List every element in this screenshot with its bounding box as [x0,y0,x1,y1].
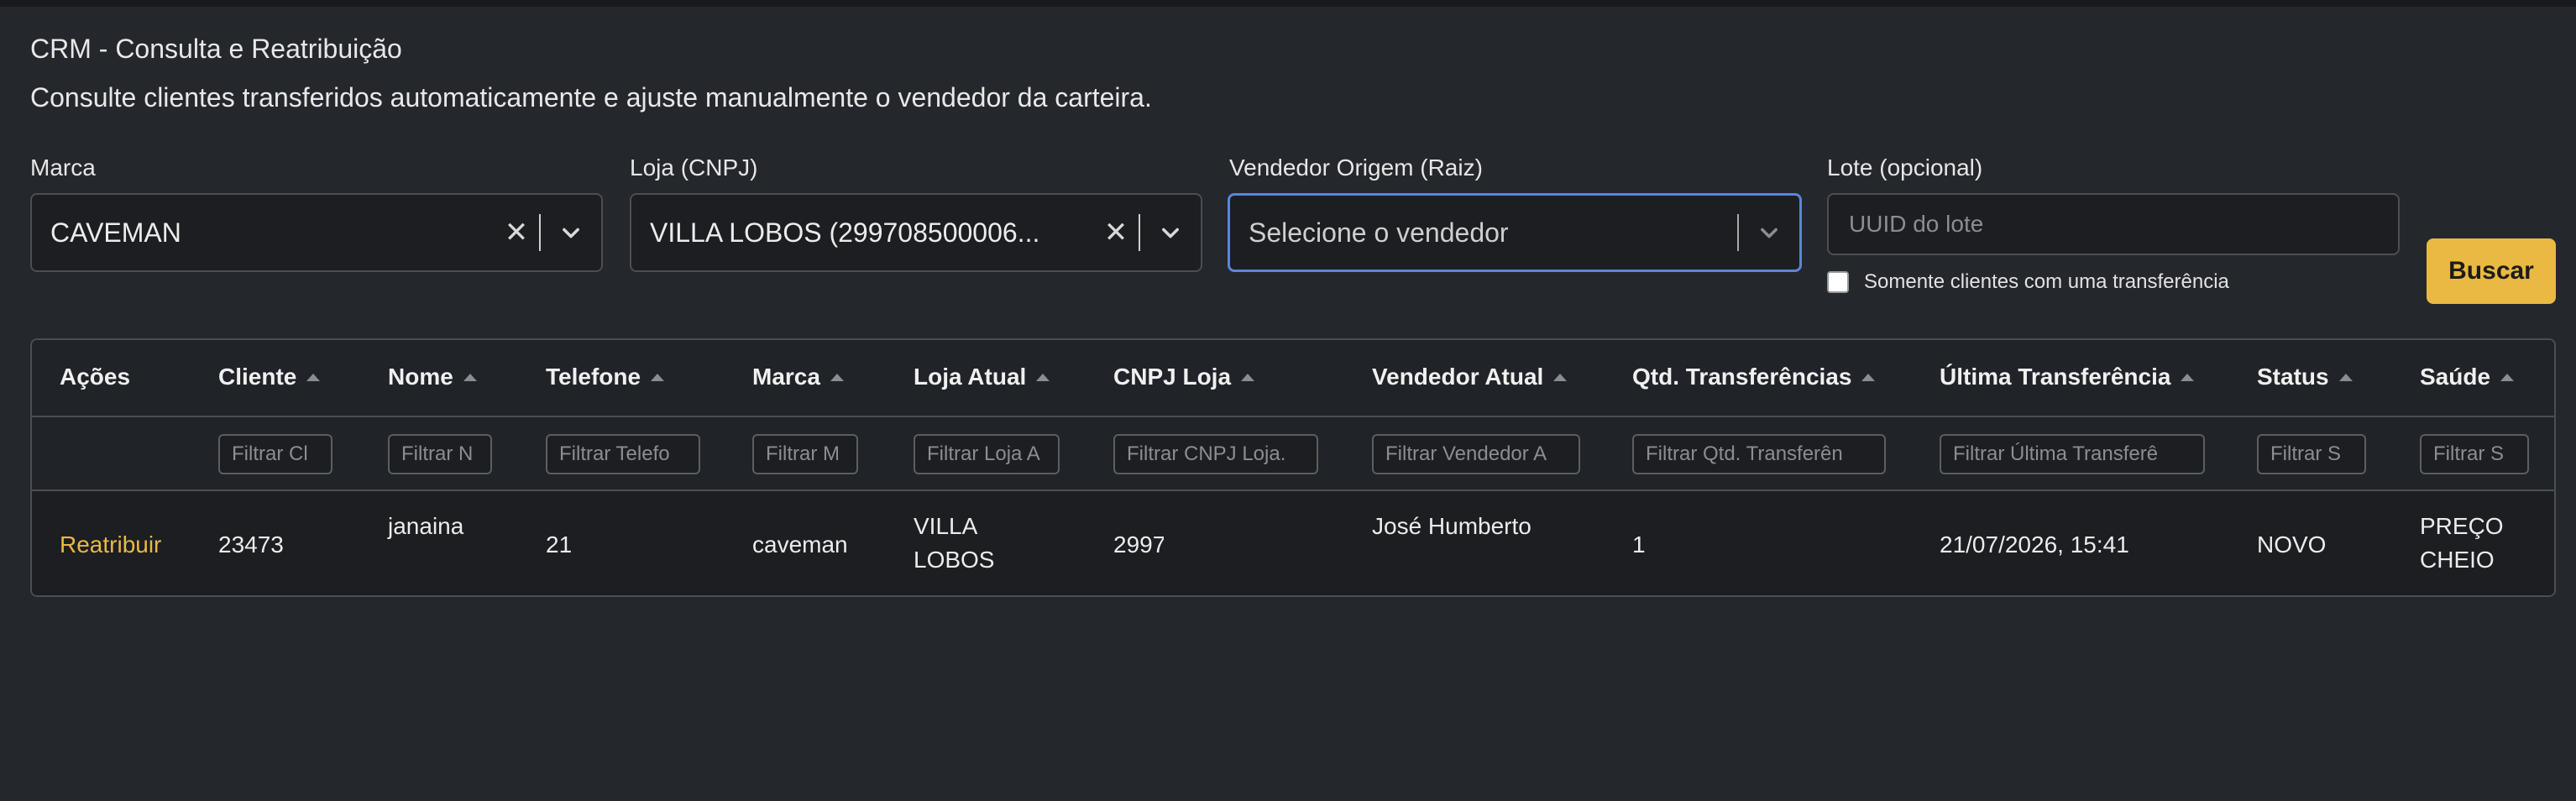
header-nome[interactable]: Nome [388,364,477,390]
cell-telefone: 21 [546,531,573,558]
filter-cnpj-loja-input[interactable] [1113,434,1318,474]
filter-saude-input[interactable] [2420,434,2529,474]
somente-uma-label: Somente clientes com uma transferência [1864,270,2229,293]
lote-input[interactable] [1827,193,2400,255]
cell-saude-line2: CHEIO [2420,547,2495,573]
filter-nome-input[interactable] [388,434,492,474]
sort-icon [1241,373,1255,381]
sort-icon [1553,373,1568,381]
sort-icon [463,373,477,381]
cell-saude-line1: PREÇO [2420,513,2504,539]
cell-status: NOVO [2257,531,2327,558]
cell-loja-atual: VILLA LOBOS [914,510,994,577]
chevron-down-icon[interactable] [1739,221,1799,244]
loja-select[interactable]: VILLA LOBOS (299708500006... ✕ [630,193,1202,272]
buscar-button[interactable]: Buscar [2427,238,2556,304]
header-saude[interactable]: Saúde [2420,364,2515,390]
vendedor-select[interactable]: Selecione o vendedor [1228,193,1802,272]
marca-select[interactable]: CAVEMAN ✕ [30,193,603,272]
header-ultima-transferencia[interactable]: Última Transferência [1940,364,2195,390]
cell-loja-atual-line2: LOBOS [914,547,995,573]
header-loja-atual[interactable]: Loja Atual [914,364,1050,390]
chevron-down-icon[interactable] [541,221,601,244]
filter-status-input[interactable] [2257,434,2366,474]
cell-cnpj-loja: 2997 [1113,531,1164,558]
cell-qtd-transferencias: 1 [1632,531,1646,558]
filter-ultima-transferencia-input[interactable] [1940,434,2205,474]
header-cnpj-loja[interactable]: CNPJ Loja [1113,364,1255,390]
page-title: CRM - Consulta e Reatribuição [30,34,402,64]
header-acoes: Ações [60,364,131,390]
table-filter-row [32,417,2554,491]
loja-value: VILLA LOBOS (299708500006... [650,217,1040,248]
cell-vendedor-atual: José Humberto [1372,513,1531,539]
clear-icon[interactable]: ✕ [1093,216,1139,249]
filter-telefone-input[interactable] [546,434,700,474]
header-telefone[interactable]: Telefone [546,364,665,390]
table-row: Reatribuir 23473 janaina 21 caveman VILL… [32,491,2554,595]
sort-icon [306,373,321,381]
sort-icon [2181,373,2195,381]
sort-icon [1861,373,1876,381]
top-bar [0,0,2576,7]
cell-marca: caveman [752,531,848,558]
sort-icon [651,373,665,381]
header-marca[interactable]: Marca [752,364,844,390]
results-table: Ações Cliente Nome Telefone Marca Loja A… [30,338,2556,597]
header-cliente[interactable]: Cliente [218,364,321,390]
sort-icon [2338,373,2353,381]
chevron-down-icon[interactable] [1140,221,1201,244]
lote-label: Lote (opcional) [1827,154,1983,181]
cell-saude: PREÇO CHEIO [2420,510,2504,577]
cell-ultima-transferencia: 21/07/2026, 15:41 [1940,531,2129,558]
filter-cliente-input[interactable] [218,434,332,474]
page-subtitle: Consulte clientes transferidos automatic… [30,82,1152,113]
filter-qtd-transferencias-input[interactable] [1632,434,1886,474]
sort-icon [830,373,844,381]
vendedor-label: Vendedor Origem (Raiz) [1229,154,1483,181]
cell-loja-atual-line1: VILLA [914,513,978,539]
somente-uma-row: Somente clientes com uma transferência [1827,270,2229,294]
clear-icon[interactable]: ✕ [494,216,539,249]
header-qtd-transferencias[interactable]: Qtd. Transferências [1632,364,1876,390]
somente-uma-checkbox[interactable] [1827,271,1849,293]
marca-value: CAVEMAN [50,217,181,248]
loja-label: Loja (CNPJ) [630,154,758,181]
sort-icon [1036,373,1050,381]
header-vendedor-atual[interactable]: Vendedor Atual [1372,364,1568,390]
cell-cliente: 23473 [218,531,284,558]
filter-vendedor-atual-input[interactable] [1372,434,1580,474]
filter-marca-input[interactable] [752,434,858,474]
header-status[interactable]: Status [2257,364,2353,390]
filter-loja-atual-input[interactable] [914,434,1060,474]
sort-icon [2500,373,2515,381]
table-header-row: Ações Cliente Nome Telefone Marca Loja A… [32,340,2554,417]
marca-label: Marca [30,154,96,181]
cell-nome: janaina [388,513,464,539]
vendedor-placeholder: Selecione o vendedor [1249,217,1509,248]
reatribuir-link[interactable]: Reatribuir [60,528,161,562]
